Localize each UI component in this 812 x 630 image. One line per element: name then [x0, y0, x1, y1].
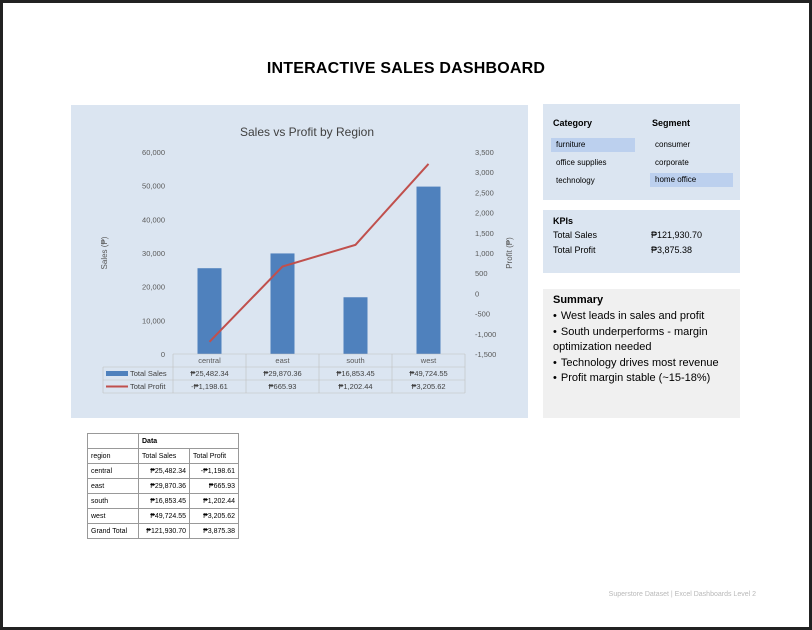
- bar-south: [343, 297, 368, 354]
- kpi-value-total-sales: ₱121,930.70: [651, 230, 703, 240]
- data-label-profit: -₱1,198.61: [191, 382, 228, 391]
- summary-bullet: Technology drives most revenue: [553, 356, 738, 372]
- data-label-profit: ₱3,205.62: [411, 382, 445, 391]
- table-row: Grand Total ₱121,930.70 ₱3,875.38: [87, 523, 239, 539]
- pivot-cell-region: south: [87, 493, 139, 509]
- summary-title: Summary: [553, 294, 604, 306]
- table-row: east ₱29,870.36 ₱665.93: [87, 478, 239, 494]
- y2-tick-label: -1,500: [475, 350, 496, 359]
- profit-line: [208, 163, 430, 343]
- table-row: Data: [87, 433, 239, 449]
- legend-key-total-sales: [106, 371, 128, 376]
- slicer-item-consumer[interactable]: consumer: [650, 138, 733, 152]
- summary-list: West leads in sales and profit South und…: [553, 309, 738, 387]
- summary-panel: Summary West leads in sales and profit S…: [543, 289, 740, 418]
- pivot-cell-sales: ₱49,724.55: [138, 508, 190, 524]
- y2-tick-label: 3,500: [475, 148, 494, 157]
- pivot-grand-total-sales: ₱121,930.70: [138, 523, 190, 539]
- pivot-cell-region: central: [87, 463, 139, 479]
- y2-tick-label: 2,000: [475, 209, 494, 218]
- table-row: west ₱49,724.55 ₱3,205.62: [87, 508, 239, 524]
- pivot-col-profit: Total Profit: [189, 448, 239, 464]
- kpi-value-total-profit: ₱3,875.38: [651, 245, 693, 255]
- page-title: INTERACTIVE SALES DASHBOARD: [266, 60, 546, 77]
- data-label-sales: ₱25,482.34: [190, 369, 228, 378]
- data-label-profit: ₱1,202.44: [338, 382, 372, 391]
- summary-bullet: West leads in sales and profit: [553, 309, 738, 325]
- slicer-item-technology[interactable]: technology: [551, 174, 635, 188]
- data-label-sales: ₱49,724.55: [409, 369, 447, 378]
- x-tick-label: east: [275, 356, 290, 365]
- pivot-cell-profit: ₱665.93: [189, 478, 239, 494]
- bar-east: [270, 253, 295, 354]
- pivot-cell-profit: ₱3,205.62: [189, 508, 239, 524]
- slicer-item-furniture[interactable]: furniture: [551, 138, 635, 152]
- y2-tick-label: 0: [475, 289, 479, 298]
- y2-tick-label: -500: [475, 310, 490, 319]
- chart-title: Sales vs Profit by Region: [240, 125, 374, 139]
- data-label-profit: ₱665.93: [269, 382, 297, 391]
- pivot-cell-profit: -₱1,198.61: [189, 463, 239, 479]
- y-tick-label: 10,000: [142, 316, 165, 325]
- pivot-cell-sales: ₱25,482.34: [138, 463, 190, 479]
- kpi-label-total-profit: Total Profit: [553, 245, 596, 255]
- summary-bullet: Profit margin stable (~15-18%): [553, 371, 738, 387]
- y2-tick-label: 1,500: [475, 229, 494, 238]
- chart-panel: Sales vs Profit by Region 0 10,000 20,000 30…: [71, 105, 528, 418]
- y-tick-label: 20,000: [142, 283, 165, 292]
- pivot-cell-sales: ₱16,853.45: [138, 493, 190, 509]
- category-slicer-title: Category: [553, 118, 593, 128]
- y-tick-label: 30,000: [142, 249, 165, 258]
- y-axis-title: Sales (₱): [100, 236, 109, 269]
- pivot-cell-region: east: [87, 478, 139, 494]
- kpi-label-total-sales: Total Sales: [553, 230, 598, 240]
- legend-label-total-sales: Total Sales: [130, 369, 167, 378]
- x-tick-label: south: [346, 356, 364, 365]
- y-tick-label: 60,000: [142, 148, 165, 157]
- data-label-sales: ₱29,870.36: [263, 369, 301, 378]
- slicer-item-corporate[interactable]: corporate: [650, 156, 733, 170]
- y2-tick-label: -1,000: [475, 330, 496, 339]
- x-tick-label: west: [420, 356, 437, 365]
- legend-label-total-profit: Total Profit: [130, 382, 166, 391]
- y2-tick-label: 1,000: [475, 249, 494, 258]
- y-tick-label: 0: [161, 350, 165, 359]
- pivot-grand-total-label: Grand Total: [87, 523, 139, 539]
- pivot-col-sales: Total Sales: [138, 448, 190, 464]
- sales-profit-chart: Sales vs Profit by Region 0 10,000 20,000 30…: [100, 125, 514, 394]
- x-tick-label: central: [198, 356, 221, 365]
- data-label-sales: ₱16,853.45: [336, 369, 374, 378]
- kpi-panel: KPIs Total Sales ₱121,930.70 Total Profi…: [543, 210, 740, 273]
- slicer-panel: Category Segment furniture office suppli…: [543, 104, 740, 200]
- y-tick-label: 50,000: [142, 182, 165, 191]
- segment-slicer-title: Segment: [652, 118, 691, 128]
- footer-credit: Superstore Dataset | Excel Dashboards Le…: [608, 591, 756, 598]
- pivot-grand-total-profit: ₱3,875.38: [189, 523, 239, 539]
- pivot-table: Data region Total Sales Total Profit cen…: [87, 433, 239, 539]
- slicer-item-home-office[interactable]: home office: [650, 173, 733, 187]
- table-row: central ₱25,482.34 -₱1,198.61: [87, 463, 239, 479]
- bar-west: [416, 186, 441, 354]
- pivot-cell-region: west: [87, 508, 139, 524]
- y2-tick-label: 2,500: [475, 188, 494, 197]
- pivot-cell-profit: ₱1,202.44: [189, 493, 239, 509]
- table-row: region Total Sales Total Profit: [87, 448, 239, 464]
- y2-tick-label: 3,000: [475, 168, 494, 177]
- kpi-title: KPIs: [553, 216, 574, 226]
- table-row: south ₱16,853.45 ₱1,202.44: [87, 493, 239, 509]
- pivot-data-header: Data: [138, 433, 239, 449]
- summary-bullet: South underperforms - margin optimizatio…: [553, 325, 738, 356]
- y-tick-label: 40,000: [142, 215, 165, 224]
- pivot-cell-sales: ₱29,870.36: [138, 478, 190, 494]
- pivot-row-header: region: [87, 448, 139, 464]
- y2-axis-title: Profit (₱): [505, 237, 514, 269]
- slicer-item-office-supplies[interactable]: office supplies: [551, 156, 635, 170]
- y2-tick-label: 500: [475, 269, 488, 278]
